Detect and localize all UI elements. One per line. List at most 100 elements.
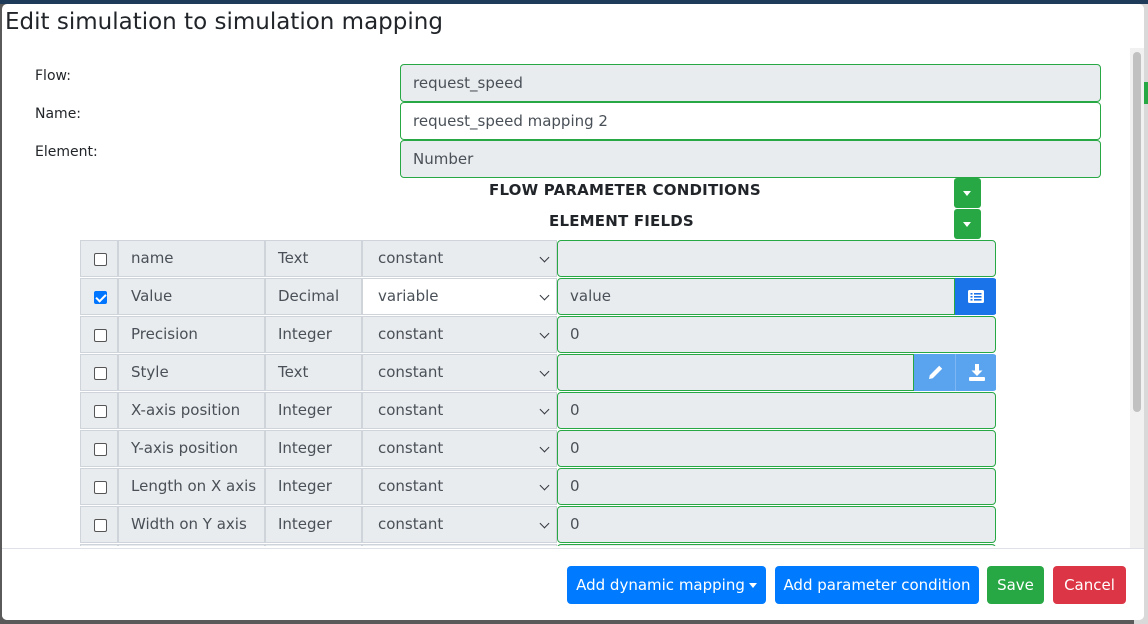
caret-down-icon <box>963 222 971 227</box>
row-checkbox[interactable] <box>94 367 107 380</box>
mode-select-value: constant <box>378 515 444 533</box>
chevron-down-icon <box>539 518 550 529</box>
download-style-button[interactable] <box>955 354 996 391</box>
table-row: Y-axis position Integer constant 0 <box>80 430 996 468</box>
row-select-cell <box>80 354 118 391</box>
field-name: Precision <box>118 316 265 353</box>
scrollbar-thumb[interactable] <box>1133 52 1141 412</box>
element-fields-toggle[interactable] <box>954 209 981 239</box>
modal-footer: Add dynamic mapping Add parameter condit… <box>2 548 1144 620</box>
save-button[interactable]: Save <box>987 566 1044 604</box>
mode-select[interactable] <box>362 544 557 546</box>
field-type: Integer <box>265 392 362 429</box>
field-type: Integer <box>265 316 362 353</box>
value-input[interactable] <box>557 354 914 391</box>
add-dynamic-mapping-button[interactable]: Add dynamic mapping <box>567 566 766 604</box>
field-name: Width on Y axis <box>118 506 265 543</box>
value-input[interactable]: value <box>557 278 955 315</box>
mode-select[interactable]: constant <box>362 240 557 277</box>
value-input[interactable]: 0 <box>557 430 996 467</box>
chevron-down-icon <box>539 404 550 415</box>
mode-select[interactable]: constant <box>362 430 557 467</box>
row-select-cell <box>80 240 118 277</box>
edit-style-button[interactable] <box>914 354 956 391</box>
element-fields-title: ELEMENT FIELDS <box>549 212 694 230</box>
table-row: Precision Integer constant 0 <box>80 316 996 354</box>
table-row <box>80 544 996 546</box>
row-checkbox[interactable] <box>94 443 107 456</box>
element-field: Number <box>400 140 1101 178</box>
add-dynamic-mapping-label: Add dynamic mapping <box>576 576 745 594</box>
mode-select[interactable]: constant <box>362 468 557 505</box>
field-type: Integer <box>265 468 362 505</box>
field-type <box>265 544 362 546</box>
row-select-cell <box>80 430 118 467</box>
value-input[interactable] <box>557 240 996 277</box>
mode-select[interactable]: constant <box>362 316 557 353</box>
edit-mapping-modal: Edit simulation to simulation mapping Fl… <box>2 4 1144 620</box>
mode-select[interactable]: variable <box>362 278 557 315</box>
mode-select-value: constant <box>378 249 444 267</box>
row-select-cell <box>80 468 118 505</box>
table-row: Width on Y axis Integer constant 0 <box>80 506 996 544</box>
table-row: Length on X axis Integer constant 0 <box>80 468 996 506</box>
mode-select[interactable]: constant <box>362 354 557 391</box>
pencil-icon <box>929 365 943 379</box>
mode-select-value: constant <box>378 401 444 419</box>
flow-conditions-toggle[interactable] <box>954 178 981 208</box>
row-checkbox[interactable] <box>94 481 107 494</box>
value-input[interactable]: 0 <box>557 316 996 353</box>
modal-scrollbar[interactable] <box>1130 48 1144 548</box>
name-input[interactable]: request_speed mapping 2 <box>400 102 1101 140</box>
row-checkbox[interactable] <box>94 291 107 304</box>
field-name: name <box>118 240 265 277</box>
caret-down-icon <box>748 583 757 588</box>
field-type: Text <box>265 240 362 277</box>
field-name: Value <box>118 278 265 315</box>
variable-list-button[interactable] <box>955 278 996 315</box>
chevron-down-icon <box>539 252 550 263</box>
value-input[interactable]: 0 <box>557 468 996 505</box>
table-row: name Text constant <box>80 240 996 278</box>
mode-select-value: constant <box>378 363 444 381</box>
download-icon <box>969 364 985 381</box>
cancel-button[interactable]: Cancel <box>1053 566 1126 604</box>
row-checkbox[interactable] <box>94 405 107 418</box>
row-select-cell <box>80 278 118 315</box>
row-checkbox[interactable] <box>94 329 107 342</box>
row-checkbox[interactable] <box>94 519 107 532</box>
field-name <box>118 544 265 546</box>
table-row: Value Decimal variable value <box>80 278 996 316</box>
field-type: Text <box>265 354 362 391</box>
value-input[interactable]: 0 <box>557 506 996 543</box>
mode-select[interactable]: constant <box>362 392 557 429</box>
add-parameter-condition-button[interactable]: Add parameter condition <box>775 566 979 604</box>
field-name: Style <box>118 354 265 391</box>
chevron-down-icon <box>539 290 550 301</box>
value-input[interactable] <box>557 544 996 546</box>
row-select-cell <box>80 392 118 429</box>
mode-select-value: constant <box>378 477 444 495</box>
field-name: Y-axis position <box>118 430 265 467</box>
flow-label: Flow: <box>35 68 71 84</box>
mode-select[interactable]: constant <box>362 506 557 543</box>
value-input[interactable]: 0 <box>557 392 996 429</box>
table-row: X-axis position Integer constant 0 <box>80 392 996 430</box>
field-type: Integer <box>265 430 362 467</box>
flow-field: request_speed <box>400 64 1101 102</box>
flow-conditions-title: FLOW PARAMETER CONDITIONS <box>489 181 761 199</box>
field-name: Length on X axis <box>118 468 265 505</box>
table-row: Style Text constant <box>80 354 996 392</box>
row-select-cell <box>80 544 118 546</box>
modal-title: Edit simulation to simulation mapping <box>5 9 443 35</box>
element-label: Element: <box>35 144 98 160</box>
row-checkbox[interactable] <box>94 253 107 266</box>
list-icon <box>968 290 984 303</box>
field-type: Decimal <box>265 278 362 315</box>
chevron-down-icon <box>539 328 550 339</box>
name-label: Name: <box>35 106 82 122</box>
mode-select-value: constant <box>378 439 444 457</box>
row-select-cell <box>80 506 118 543</box>
row-select-cell <box>80 316 118 353</box>
chevron-down-icon <box>539 442 550 453</box>
